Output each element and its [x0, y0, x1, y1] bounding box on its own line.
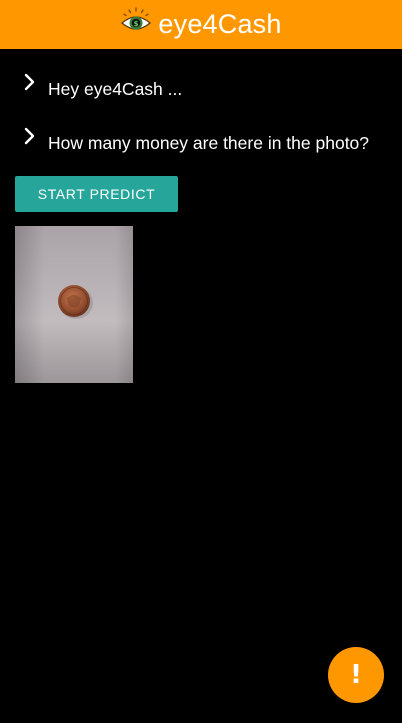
svg-text:$: $ — [134, 20, 139, 28]
chevron-right-icon — [24, 73, 35, 91]
chat-message-question: How many money are there in the photo? — [0, 127, 402, 157]
chat-message-greeting: Hey eye4Cash ... — [0, 73, 402, 103]
chat-message-text: How many money are there in the photo? — [48, 133, 370, 153]
chat-message-text: Hey eye4Cash ... — [48, 79, 183, 99]
exclamation-icon: ! — [350, 660, 362, 690]
app-title: eye4Cash — [158, 9, 282, 39]
eye-with-dollar-icon: $ — [121, 6, 152, 30]
info-fab-button[interactable]: ! — [328, 647, 384, 703]
start-predict-button[interactable]: START PREDICT — [15, 176, 178, 212]
app-bar: $ eye4Cash — [0, 0, 402, 49]
chevron-right-icon — [24, 127, 35, 145]
coin-photo[interactable] — [15, 226, 133, 383]
